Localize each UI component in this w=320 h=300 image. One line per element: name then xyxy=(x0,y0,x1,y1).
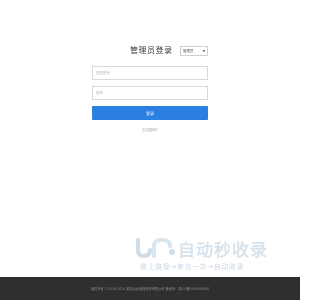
chevron-down-icon: ▼ xyxy=(202,49,205,53)
login-panel: 管理员登录 管理员 ▼ 登录 忘记密码? xyxy=(92,44,208,132)
watermark-title: 自动秒收录 xyxy=(178,241,268,261)
forgot-password-link[interactable]: 忘记密码? xyxy=(92,128,208,133)
role-select[interactable]: 管理员 ▼ xyxy=(180,46,208,56)
watermark-logo xyxy=(136,237,175,259)
role-select-value: 管理员 xyxy=(183,49,194,53)
watermark: 自动秒收录 做上链接→来访一次→自动收录 xyxy=(134,236,284,276)
footer-copyright: 版权所有 ©2019-2024 某某后台管理系统有限公司 备案号：粤ICP备00… xyxy=(90,287,210,291)
login-button[interactable]: 登录 xyxy=(92,106,208,120)
password-input[interactable] xyxy=(92,86,208,100)
watermark-subtitle: 做上链接→来访一次→自动收录 xyxy=(140,263,245,271)
page-title: 管理员登录 xyxy=(130,46,173,55)
username-input[interactable] xyxy=(92,66,208,80)
title-row: 管理员登录 管理员 ▼ xyxy=(92,44,208,60)
admin-login-page: 管理员登录 管理员 ▼ 登录 忘记密码? 自动秒收录 做上链接→来访一次→自动收… xyxy=(0,0,300,300)
footer: 版权所有 ©2019-2024 某某后台管理系统有限公司 备案号：粤ICP备00… xyxy=(0,277,300,300)
